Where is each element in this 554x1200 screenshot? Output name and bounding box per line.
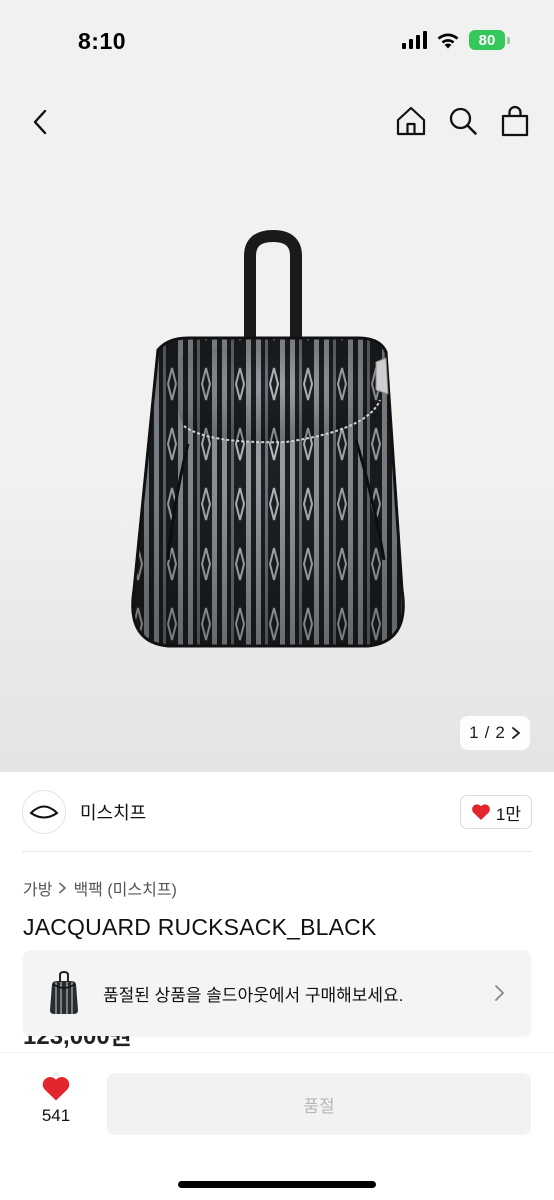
soldout-banner-text: 품절된 상품을 솔드아웃에서 구매해보세요. [103, 985, 404, 1005]
header-actions [392, 102, 534, 140]
brand-logo-icon [29, 805, 59, 819]
product-gallery[interactable]: 1 / 2 [0, 84, 554, 772]
battery-level: 80 [469, 30, 505, 50]
brand-like-button[interactable]: 1만 [459, 795, 532, 829]
shopping-bag-button[interactable] [496, 102, 534, 140]
back-button[interactable] [22, 104, 58, 140]
home-indicator [178, 1181, 376, 1188]
bottom-action-bar: 541 품절 [0, 1052, 554, 1200]
wifi-icon [437, 33, 459, 49]
gallery-page-indicator[interactable]: 1 / 2 [460, 716, 530, 750]
heart-icon [472, 804, 490, 820]
shopping-bag-icon [501, 105, 529, 137]
product-image [131, 230, 405, 648]
backpack-thumbnail-icon [50, 970, 78, 1014]
signal-icon [402, 31, 427, 49]
heart-icon [42, 1077, 70, 1101]
status-indicators: 80 [402, 30, 510, 50]
seller-logo[interactable] [22, 790, 66, 834]
breadcrumb: 가방 백팩 (미스치프) [23, 876, 177, 900]
gallery-separator: / [484, 723, 490, 742]
search-button[interactable] [444, 102, 482, 140]
breadcrumb-subcategory[interactable]: 백팩 (미스치프) [73, 876, 176, 900]
gallery-total: 2 [495, 723, 505, 742]
home-icon [396, 106, 426, 136]
status-bar: 8:10 80 [0, 0, 554, 84]
brand-like-count: 1만 [495, 804, 521, 824]
chevron-right-icon [511, 727, 520, 739]
wish-count: 541 [41, 1106, 71, 1125]
search-icon [449, 107, 477, 135]
status-time: 8:10 [78, 28, 127, 54]
gallery-current: 1 [469, 723, 479, 742]
chevron-left-icon [33, 109, 47, 135]
wish-button[interactable]: 541 [36, 1075, 76, 1126]
breadcrumb-category[interactable]: 가방 [23, 876, 52, 900]
battery-icon: 80 [469, 30, 510, 50]
soldout-banner[interactable]: 품절된 상품을 솔드아웃에서 구매해보세요. [23, 950, 531, 1036]
product-title: JACQUARD RUCKSACK_BLACK [23, 914, 377, 940]
divider [22, 851, 532, 852]
seller-row: 미스치프 1만 [22, 788, 532, 836]
chevron-right-icon [59, 882, 67, 894]
seller-name[interactable]: 미스치프 [80, 799, 146, 825]
banner-thumbnail [41, 963, 87, 1023]
chevron-right-icon [493, 985, 509, 1001]
buy-button-soldout[interactable]: 품절 [107, 1073, 531, 1135]
home-button[interactable] [392, 102, 430, 140]
